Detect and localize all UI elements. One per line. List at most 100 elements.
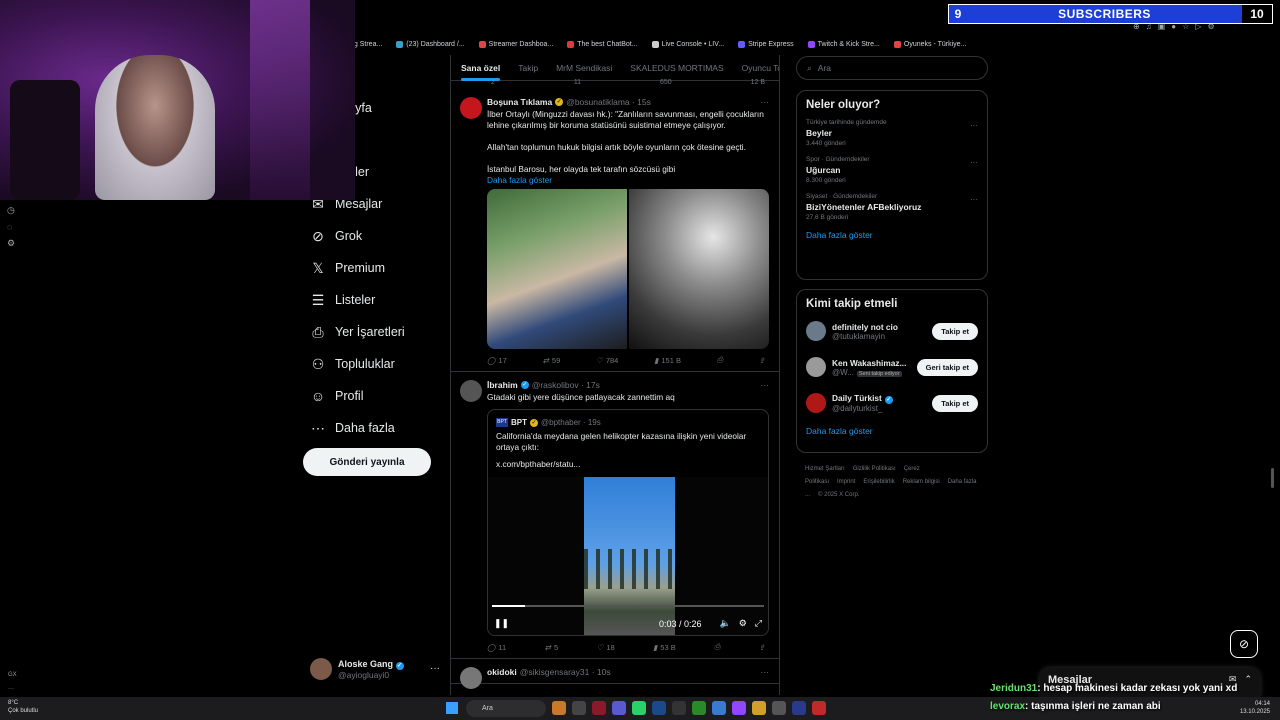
bookmark-item[interactable]: Oyuneks - Türkiye... [893,37,966,51]
share-button[interactable]: ⇪ [759,355,765,365]
follow-suggestion[interactable]: Ken Wakashimaz... @W... Seni takip ediyor G… [806,354,978,380]
video-progress[interactable] [492,605,764,607]
search-input[interactable]: ⌕ Ara [796,56,988,80]
app-icon[interactable] [732,701,746,715]
follow-button[interactable]: Takip et [932,322,978,340]
tweet-author-name[interactable]: okidoki [487,667,517,677]
app-icon[interactable] [692,701,706,715]
nav-item[interactable]: ⋯ Daha fazla [305,412,445,444]
footer-link[interactable]: Hizmet Şartları [805,466,845,472]
avatar[interactable] [806,357,826,377]
app-icon[interactable] [632,701,646,715]
trend-item[interactable]: Türkiye tarihinde gündemde Beyler 3.440 gö… [806,119,978,147]
avatar[interactable] [460,667,482,689]
footer-link[interactable]: Gizlilik Politikası [853,466,896,472]
taskbar-search[interactable]: Ara [466,700,546,717]
app-icon[interactable] [552,701,566,715]
tweet-author-name[interactable]: Boşuna Tıklama [487,97,552,107]
bookmark-button[interactable]: ⎙ [717,355,723,365]
trend-item[interactable]: Spor · Gündemdekiler Uğurcan 8.300 gönderi… [806,156,978,184]
views-button[interactable]: ▮ 53 B [653,642,676,652]
show-more-link[interactable]: Daha fazla göster [487,175,769,185]
app-icon[interactable] [672,701,686,715]
follow-button[interactable]: Geri takip et [916,358,978,376]
more-icon[interactable]: ··· [761,380,770,390]
timeline-tab[interactable]: MrM Sendikasi [556,63,612,73]
account-switcher[interactable]: Aloske Gang ✓ @ayiogluayi0 ··· [310,658,440,680]
follow-suggestion[interactable]: Daily Türkist ✓ @dailyturkist_ Takip et [806,390,978,416]
app-icon[interactable] [592,701,606,715]
more-icon[interactable]: ··· [761,667,770,677]
mute-icon[interactable]: 🔈 [720,618,731,629]
windows-start-icon[interactable] [446,702,458,714]
more-icon[interactable]: ··· [761,97,770,107]
quote-author-name[interactable]: BPT [511,418,527,427]
trends-show-more[interactable]: Daha fazla göster [806,230,978,240]
app-icon[interactable] [612,701,626,715]
footer-link[interactable]: Erişilebilirlik [863,479,894,485]
bookmark-button[interactable]: ⎙ [714,642,720,652]
timeline-tab[interactable]: Takip [518,63,538,73]
timeline-tab[interactable]: Oyuncu Top [742,63,779,73]
repost-button[interactable]: ⇄ 59 [543,355,561,365]
suggestion-handle[interactable]: @tutuklamayin [832,332,932,341]
more-icon[interactable]: ··· [430,663,440,674]
avatar[interactable] [806,393,826,413]
follow-button[interactable]: Takip et [932,394,978,412]
tweet-photo[interactable] [629,189,769,349]
reply-button[interactable]: ◯ 11 [487,642,506,652]
timeline-tab[interactable]: SKALEDUS MORTIMAS [630,63,723,73]
fullscreen-icon[interactable]: ⤢ [755,618,762,629]
nav-item[interactable]: 𝕏 Premium [305,252,445,284]
bookmark-item[interactable]: Twitch & Kick Stre... [807,37,880,51]
history-icon[interactable]: ◷ [7,205,15,216]
tweet-author-handle[interactable]: @raskolibov · 17s [532,380,600,390]
bookmark-item[interactable]: (23) Dashboard /... [396,37,465,51]
more-icon[interactable]: ··· [8,682,17,696]
weather-widget[interactable]: 8°C Çok bulutlu [8,699,38,715]
bookmark-item[interactable]: Streamer Dashboa... [478,37,553,51]
app-icon[interactable] [712,701,726,715]
quote-link[interactable]: x.com/bpthaber/statu... [488,459,768,477]
follow-suggestion[interactable]: definitely not cio @tutuklamayin Takip et [806,318,978,344]
timeline-tab[interactable]: Sana özel [461,63,501,81]
avatar[interactable] [460,97,482,119]
tweet-author-handle[interactable]: @sikisgensaray31 · 10s [520,667,611,677]
quoted-tweet[interactable]: BPT BPT ✓ @bpthaber · 19s California'da … [487,409,769,636]
app-icon[interactable] [772,701,786,715]
app-icon[interactable] [792,701,806,715]
tweet-author-name[interactable]: İbrahim [487,380,518,390]
nav-item[interactable]: ⎙ Yer İşaretleri [305,316,445,348]
suggestion-handle[interactable]: @W... Seni takip ediyor [832,368,917,377]
share-button[interactable]: ⇪ [759,642,765,652]
footer-link[interactable]: Imprint [837,479,855,485]
nav-item[interactable]: ⚇ Topluluklar [305,348,445,380]
tweet[interactable]: Boşuna Tıklama ✓ @bosunatiklama · 15s ··… [451,89,779,372]
avatar[interactable] [460,380,482,402]
like-button[interactable]: ♡ 784 [596,355,618,365]
app-icon[interactable] [572,701,586,715]
nav-item[interactable]: ⊘ Grok [305,220,445,252]
tweet-author-handle[interactable]: @bosunatiklama · 15s [566,97,651,107]
app-icon[interactable] [752,701,766,715]
tweet[interactable]: İbrahim ✓ @raskolibov · 17s ··· Gtadaki … [451,372,779,659]
more-icon[interactable]: ··· [970,121,978,130]
bookmark-item[interactable]: Live Console • LIV... [651,37,724,51]
nav-item[interactable]: ☺ Profil [305,380,445,412]
chat-icon[interactable]: ◌ [7,222,15,232]
reply-button[interactable]: ◯ 17 [487,355,507,365]
settings-icon[interactable]: ⚙ [739,618,747,629]
settings-icon[interactable]: ⚙ [7,238,15,249]
post-button[interactable]: Gönderi yayınla [303,448,431,476]
suggestion-handle[interactable]: @dailyturkist_ [832,404,932,413]
bookmark-item[interactable]: Stripe Express [738,37,794,51]
app-icon[interactable] [812,701,826,715]
quote-author-handle[interactable]: @bpthaber · 19s [541,418,601,427]
who-show-more[interactable]: Daha fazla göster [806,426,978,436]
views-button[interactable]: ▮ 151 B [654,355,681,365]
pause-icon[interactable]: ❚❚ [494,618,509,629]
more-icon[interactable]: ··· [970,158,978,167]
tweet[interactable]: okidoki @sikisgensaray31 · 10s ··· [451,659,779,689]
more-icon[interactable]: ··· [970,195,978,204]
avatar[interactable] [806,321,826,341]
